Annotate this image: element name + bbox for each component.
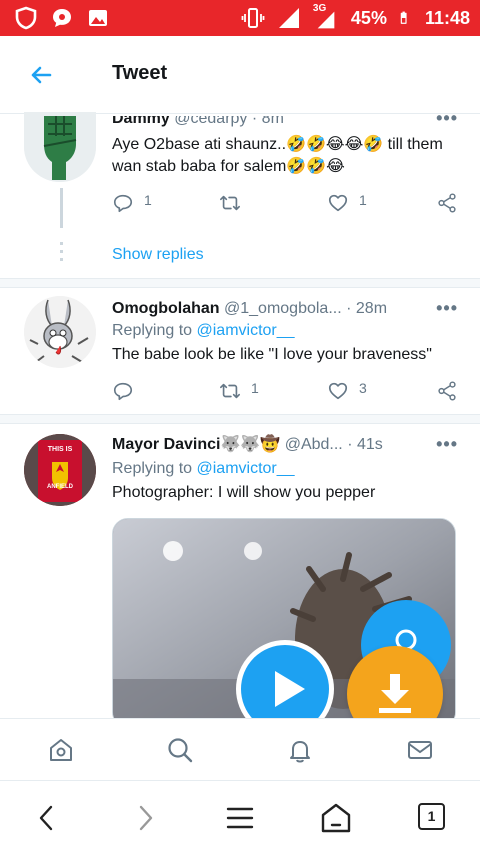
- like-button[interactable]: 3: [327, 380, 367, 402]
- replying-prefix: Replying to: [112, 322, 193, 339]
- vibrate-icon: [241, 8, 265, 28]
- reply-button[interactable]: 1: [112, 192, 152, 214]
- retweet-count: 1: [251, 380, 259, 396]
- messages-icon[interactable]: [405, 735, 435, 765]
- replying-to-link[interactable]: @iamvictor__: [197, 460, 295, 477]
- page-title: Tweet: [112, 62, 168, 84]
- tweet-time: 28m: [355, 300, 388, 317]
- search-icon[interactable]: [165, 735, 195, 765]
- tweet-author-name[interactable]: Omogbolahan: [112, 300, 220, 317]
- browser-tabs-button[interactable]: 1: [418, 803, 445, 830]
- message-bubble-icon: [53, 9, 71, 27]
- tweet-author-name[interactable]: Mayor Davinci🐺🐺🤠: [112, 436, 280, 453]
- retweet-icon: [220, 195, 240, 211]
- tweet-handle: @Abd...: [284, 436, 343, 453]
- signal-strength-icon: [317, 11, 335, 29]
- tweet-divider: [0, 414, 480, 424]
- thread-line: [60, 188, 63, 228]
- tweet-text: The babe look be like "I love your brave…: [112, 346, 432, 363]
- tweet-text: Photographer: I will show you pepper: [112, 484, 376, 501]
- tweet-time: 41s: [356, 436, 383, 453]
- replying-to: Replying to @iamvictor__: [112, 320, 458, 342]
- replying-to: Replying to @iamvictor__: [112, 458, 458, 480]
- tweet-actions: 1 1: [112, 192, 462, 216]
- share-icon: [438, 193, 456, 213]
- thread-dots: [60, 242, 63, 266]
- heart-icon: [328, 382, 348, 400]
- reply-button[interactable]: [112, 380, 144, 402]
- like-count: 3: [359, 380, 367, 396]
- tweet-text: Aye O2base ati shaunz..🤣🤣😂😂🤣 till them w…: [112, 136, 443, 175]
- back-arrow-icon[interactable]: [26, 60, 56, 90]
- notifications-icon[interactable]: [285, 735, 315, 765]
- clock: 11:48: [424, 7, 470, 28]
- share-icon: [438, 381, 456, 401]
- tweet-handle: @1_omogbola...: [224, 300, 342, 317]
- share-button[interactable]: [436, 192, 458, 214]
- heart-icon: [328, 194, 348, 212]
- avatar[interactable]: THIS IS ANFIELD: [24, 434, 96, 506]
- reply-count: 1: [144, 192, 152, 208]
- this-is-anfield-sign-icon: [24, 434, 96, 506]
- more-options-icon[interactable]: •••: [436, 298, 458, 319]
- reply-icon: [113, 194, 133, 213]
- header: Tweet: [0, 36, 480, 114]
- browser-back-icon[interactable]: [30, 801, 64, 835]
- browser-forward-icon[interactable]: [128, 801, 162, 835]
- avatar[interactable]: [24, 296, 96, 368]
- app-tab-bar: [0, 718, 480, 780]
- browser-menu-icon[interactable]: [223, 801, 257, 835]
- avatar-sign-text-top: THIS IS: [47, 446, 73, 453]
- cartoon-rabbit-icon: [24, 296, 96, 368]
- browser-home-icon[interactable]: [319, 801, 353, 835]
- shield-icon: [15, 6, 37, 30]
- status-bar: 3G 45% 11:48: [0, 0, 480, 36]
- more-options-icon[interactable]: •••: [436, 434, 458, 455]
- replying-prefix: Replying to: [112, 460, 193, 477]
- gallery-icon: [89, 10, 107, 26]
- replying-to-link[interactable]: @iamvictor__: [197, 322, 295, 339]
- show-replies-link[interactable]: Show replies: [112, 246, 204, 264]
- avatar[interactable]: [24, 112, 96, 182]
- tweet-divider: [0, 278, 480, 288]
- home-icon[interactable]: [46, 735, 76, 765]
- reply-icon: [113, 382, 133, 401]
- avatar-sign-text-bottom: ANFIELD: [47, 484, 73, 490]
- share-button[interactable]: [436, 380, 458, 402]
- like-button[interactable]: 1: [327, 192, 367, 214]
- raised-fist-icon: [24, 112, 96, 182]
- like-count: 1: [359, 192, 367, 208]
- tweet-actions: 1 3: [112, 380, 462, 404]
- retweet-button[interactable]: 1: [219, 380, 259, 402]
- signal-icon: [278, 8, 299, 28]
- retweet-button[interactable]: [219, 192, 251, 214]
- battery-percent: 45%: [350, 7, 387, 28]
- retweet-icon: [220, 383, 240, 399]
- battery-icon: [400, 11, 407, 24]
- browser-nav-bar: [0, 780, 480, 854]
